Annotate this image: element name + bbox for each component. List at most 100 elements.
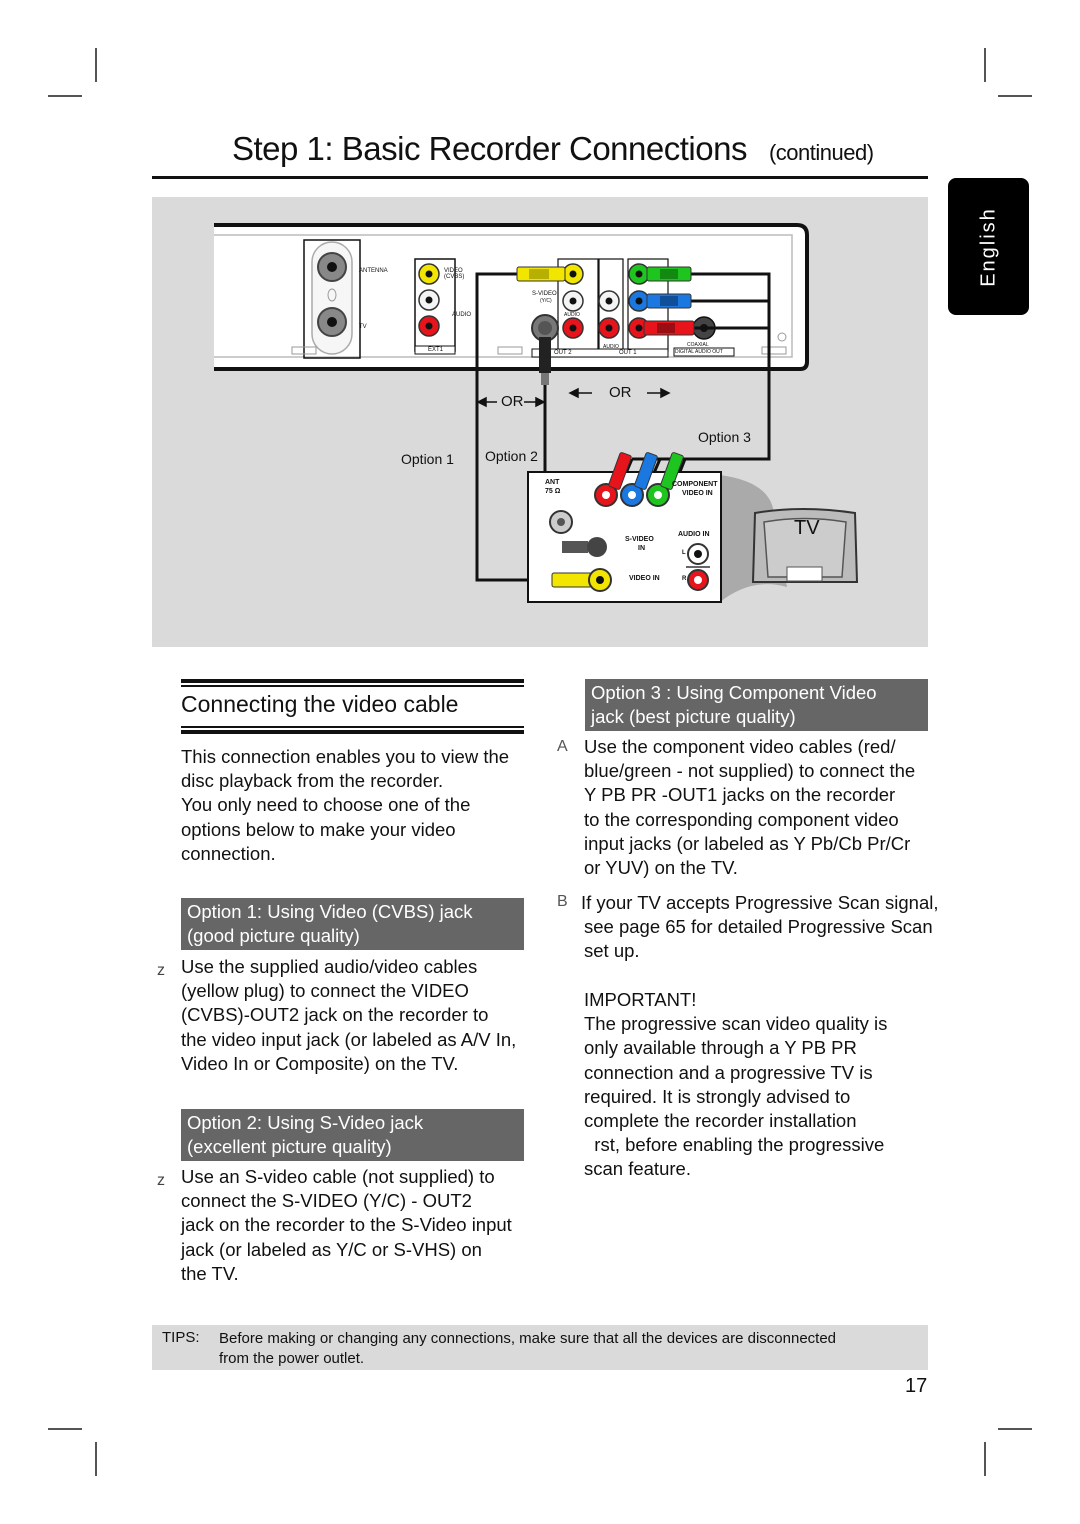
label-s-video: S-VIDEO [532,291,557,297]
crop-mark-top-left-horizontal [48,95,82,97]
section-rule-bottom-thin [181,726,524,728]
intro-paragraph: This connection enables you to view the … [181,745,509,866]
option2-line: jack (or labeled as Y/C or S-VHS) on [181,1238,482,1260]
important-line: scan feature. [584,1158,691,1180]
option3-step-a-line: Use the component video cables (red/ [584,736,896,757]
page-title-continued: (continued) [768,140,874,165]
tips-line: from the power outlet. [219,1350,365,1367]
crop-mark-bottom-right-horizontal [998,1428,1032,1430]
option2-bullet-icon: z [157,1172,165,1189]
label-s-video-yc: (Y/C) [540,298,552,304]
option3-step-b-line: see page 65 for detailed Progressive Sca… [584,916,933,938]
option1-line: the video input jack (or labeled as A/V … [181,1028,517,1050]
crop-mark-top-right-vertical [984,48,986,82]
label-ext1-audio: AUDIO [452,312,472,318]
section-rule-bottom-thick [181,730,524,734]
label-out2-audio: AUDIO [564,312,580,318]
language-tab: English [948,178,1029,315]
label-coaxial: COAXIAL [687,342,709,348]
page-title-main: Step 1: Basic Recorder Connections [232,130,747,167]
option3-step-a-line: input jacks (or labeled as Y Pb/Cb Pr/Cr [584,832,911,854]
crop-mark-bottom-right-vertical [984,1442,986,1476]
crop-mark-bottom-left-horizontal [48,1428,82,1430]
option1-line: (CVBS)-OUT2 jack on the recorder to [181,1004,489,1026]
option3-heading-line: jack (best picture quality) [591,706,796,727]
diagram-svg [214,223,859,603]
important-line: connection and a progressive TV is [584,1061,873,1083]
label-tv-audio-r: R [682,576,687,582]
intro-line: options below to make your video [181,818,456,840]
option1-bullet-icon: z [157,962,165,979]
label-out2: OUT 2 [554,350,572,356]
label-tv: TV [794,517,820,539]
important-line: rst, before enabling the progressive [584,1134,885,1156]
label-option2: Option 2 [485,448,538,464]
option3-step-a-line: or YUV) on the TV. [584,857,738,879]
tips-text: Before making or changing any connection… [219,1329,836,1369]
important-line: only available through a Y PB PR [584,1037,857,1059]
section-rule-top-thick [181,679,524,683]
label-tv-audio-in: AUDIO IN [678,531,710,538]
tips-label: TIPS: [162,1329,200,1346]
option3-step-a: Use the component video cables (red/ blu… [584,735,915,880]
crop-mark-top-left-vertical [95,48,97,82]
tips-box: TIPS: Before making or changing any conn… [152,1325,928,1370]
label-tv-ant: ANT [545,479,560,486]
intro-line: You only need to choose one of the [181,794,471,816]
label-tv-s-video: S-VIDEO [625,536,654,543]
important-line: complete the recorder installation [584,1110,857,1132]
option3-step-a-line: to the corresponding component video [584,808,899,830]
option1-line: Use the supplied audio/video cables [181,956,478,977]
intro-line: This connection enables you to view the [181,746,510,767]
label-option1: Option 1 [401,451,454,467]
label-or-left: OR [501,393,524,410]
label-tv-s-video-in: IN [638,545,645,552]
option3-step-a-line: blue/green - not supplied) to connect th… [584,760,916,782]
label-tv-audio-l: L [682,550,686,556]
intro-line: disc playback from the recorder. [181,770,444,792]
important-line: required. It is strongly advised to [584,1085,851,1107]
option1-heading-line: (good picture quality) [187,925,360,946]
option3-heading: Option 3 : Using Component Video jack (b… [585,679,928,731]
label-digital-audio-out: DIGITAL AUDIO OUT [675,349,723,355]
option2-heading: Option 2: Using S-Video jack (excellent … [181,1109,524,1161]
tv-rear-panel [527,452,722,603]
option2-line: Use an S-video cable (not supplied) to [181,1166,495,1187]
label-tv-component: COMPONENT [672,481,718,488]
crop-mark-bottom-left-vertical [95,1442,97,1476]
label-tv-video-in: VIDEO IN [629,575,660,582]
label-out1: OUT 1 [619,350,637,356]
option3-heading-line: Option 3 : Using Component Video [591,682,877,703]
option3-step-a-marker: A [557,738,568,755]
crop-mark-top-right-horizontal [998,95,1032,97]
connection-diagram: ANTENNA TV VIDEO (CVBS) AUDIO EXT1 S-VID… [152,197,928,647]
page-number: 17 [905,1375,928,1397]
label-ext1: EXT1 [428,347,444,353]
option3-step-b-line: If your TV accepts Progressive Scan sign… [581,892,939,913]
label-tv-out: TV [359,324,367,330]
label-video-cvbs: VIDEO (CVBS) [444,268,465,280]
important-heading: IMPORTANT! [584,989,697,1010]
intro-line: connection. [181,842,276,864]
section-rule-top-thin [181,685,524,687]
option2-heading-line: Option 2: Using S-Video jack [187,1112,424,1133]
label-or-right: OR [609,384,632,401]
option1-heading: Option 1: Using Video (CVBS) jack (good … [181,898,524,950]
option2-body: Use an S-video cable (not supplied) to c… [181,1165,512,1286]
option1-body: Use the supplied audio/video cables (yel… [181,955,516,1076]
option2-heading-line: (excellent picture quality) [187,1136,392,1157]
option1-line: (yellow plug) to connect the VIDEO [181,980,469,1002]
recorder-rear-panel [214,223,809,371]
tips-line: Before making or changing any connection… [219,1330,837,1347]
label-option3: Option 3 [698,429,751,445]
option3-step-b-marker: B [557,893,568,910]
label-out1-audio: AUDIO [603,344,619,350]
important-line: The progressive scan video quality is [584,1013,888,1035]
option3-step-b: If your TV accepts Progressive Scan sign… [581,891,939,964]
important-note: IMPORTANT! The progressive scan video qu… [584,988,887,1182]
label-tv-ohm: 75 Ω [545,488,561,495]
option3-step-b-line: set up. [584,940,640,962]
option1-line: Video In or Composite) on the TV. [181,1052,459,1074]
option2-line: the TV. [181,1262,239,1284]
title-rule [152,176,928,179]
